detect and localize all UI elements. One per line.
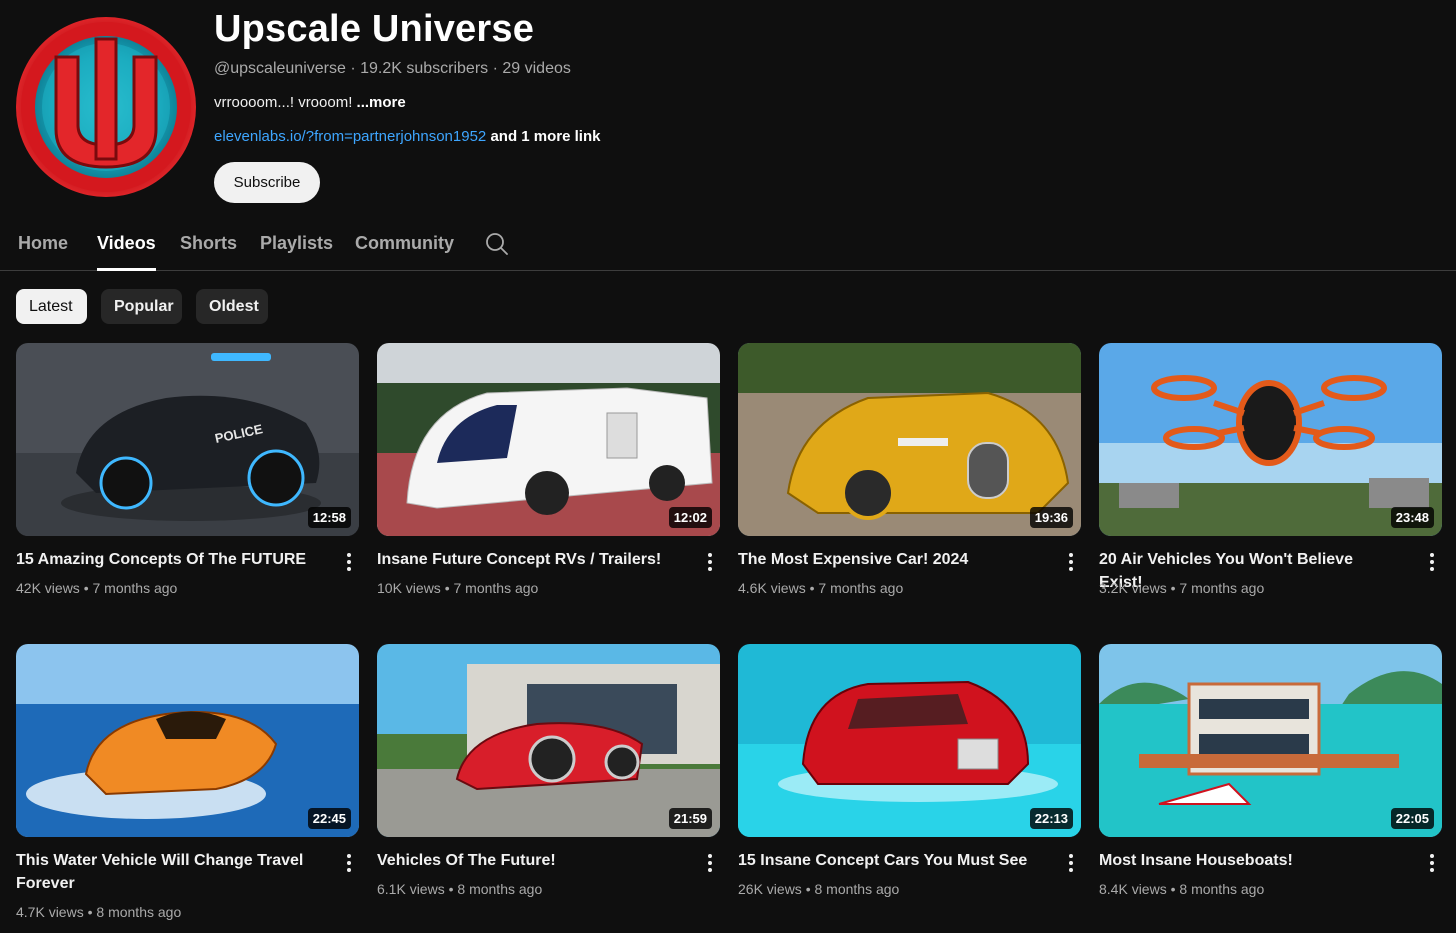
view-count: 26K views: [738, 881, 802, 897]
video-title[interactable]: 15 Insane Concept Cars You Must See: [738, 849, 1038, 872]
channel-links: elevenlabs.io/?from=partnerjohnson1952 a…: [214, 128, 600, 145]
video-title[interactable]: Vehicles Of The Future!: [377, 849, 677, 872]
more-options-icon[interactable]: [698, 851, 722, 875]
more-options-icon[interactable]: [1059, 851, 1083, 875]
view-count: 8.4K views: [1099, 881, 1167, 897]
channel-meta: @upscaleuniverse · 19.2K subscribers · 2…: [214, 60, 571, 78]
thumbnail-image: [1099, 343, 1442, 536]
thumbnail-image: [377, 343, 720, 536]
more-links-button[interactable]: and 1 more link: [486, 128, 600, 145]
subscribe-button[interactable]: Subscribe: [214, 162, 320, 203]
video-title[interactable]: The Most Expensive Car! 2024: [738, 548, 1038, 571]
video-meta: 10K views • 7 months ago: [377, 580, 539, 596]
more-options-icon[interactable]: [337, 851, 361, 875]
thumbnail-image: [738, 644, 1081, 837]
search-icon[interactable]: [484, 231, 510, 257]
channel-tabs: Home Videos Shorts Playlists Community: [0, 215, 1456, 271]
view-count: 6.1K views: [377, 881, 445, 897]
channel-avatar[interactable]: [16, 17, 196, 197]
channel-title: Upscale Universe: [214, 8, 535, 50]
video-title[interactable]: This Water Vehicle Will Change Travel Fo…: [16, 849, 316, 895]
chip-oldest[interactable]: Oldest: [196, 289, 268, 324]
video-duration: 12:02: [668, 507, 712, 528]
video-thumbnail[interactable]: 21:59: [377, 644, 720, 837]
chip-popular[interactable]: Popular: [101, 289, 182, 324]
chip-latest[interactable]: Latest: [16, 289, 87, 324]
upload-age: 8 months ago: [96, 904, 182, 920]
upload-age: 7 months ago: [92, 580, 178, 596]
video-duration: 22:13: [1029, 808, 1073, 829]
more-options-icon[interactable]: [1059, 550, 1083, 574]
video-meta: 4.7K views • 8 months ago: [16, 904, 182, 920]
upload-age: 7 months ago: [1179, 580, 1265, 596]
video-thumbnail[interactable]: 12:02: [377, 343, 720, 536]
subscriber-count: 19.2K subscribers: [360, 60, 489, 77]
video-title[interactable]: 15 Amazing Concepts Of The FUTURE: [16, 548, 316, 571]
video-meta: 26K views • 8 months ago: [738, 881, 900, 897]
tab-shorts[interactable]: Shorts: [180, 215, 237, 271]
view-count: 4.6K views: [738, 580, 806, 596]
upload-age: 7 months ago: [818, 580, 904, 596]
channel-description[interactable]: vrroooom...! vrooom! ...more: [214, 94, 406, 111]
view-count: 4.7K views: [16, 904, 84, 920]
thumbnail-image: [377, 644, 720, 837]
video-count: 29 videos: [502, 60, 571, 77]
channel-handle[interactable]: @upscaleuniverse: [214, 60, 346, 77]
upload-age: 8 months ago: [814, 881, 900, 897]
thumbnail-image: [738, 343, 1081, 536]
thumbnail-image: [1099, 644, 1442, 837]
video-duration: 19:36: [1029, 507, 1073, 528]
video-meta: 3.2K views • 7 months ago: [1099, 580, 1265, 596]
channel-header: Upscale Universe @upscaleuniverse · 19.2…: [0, 0, 1456, 215]
separator: ·: [488, 60, 503, 77]
video-thumbnail[interactable]: 22:05: [1099, 644, 1442, 837]
external-link[interactable]: elevenlabs.io/?from=partnerjohnson1952: [214, 128, 486, 145]
thumbnail-image: POLICE: [16, 343, 359, 536]
tab-community[interactable]: Community: [355, 215, 454, 271]
video-thumbnail[interactable]: POLICE 12:58: [16, 343, 359, 536]
more-options-icon[interactable]: [1420, 550, 1444, 574]
video-duration: 22:45: [307, 808, 351, 829]
video-duration: 23:48: [1390, 507, 1434, 528]
description-text: vrroooom...! vrooom!: [214, 94, 357, 111]
video-duration: 12:58: [307, 507, 351, 528]
more-options-icon[interactable]: [1420, 851, 1444, 875]
view-count: 42K views: [16, 580, 80, 596]
view-count: 3.2K views: [1099, 580, 1167, 596]
video-thumbnail[interactable]: 22:13: [738, 644, 1081, 837]
upload-age: 8 months ago: [1179, 881, 1265, 897]
upload-age: 8 months ago: [457, 881, 543, 897]
video-title[interactable]: Most Insane Houseboats!: [1099, 849, 1399, 872]
thumbnail-image: [16, 644, 359, 837]
more-link[interactable]: ...more: [357, 94, 406, 111]
video-meta: 4.6K views • 7 months ago: [738, 580, 904, 596]
view-count: 10K views: [377, 580, 441, 596]
channel-logo-icon: [21, 22, 191, 192]
separator: ·: [345, 60, 361, 77]
more-options-icon[interactable]: [337, 550, 361, 574]
video-title[interactable]: Insane Future Concept RVs / Trailers!: [377, 548, 677, 571]
video-thumbnail[interactable]: 22:45: [16, 644, 359, 837]
video-meta: 6.1K views • 8 months ago: [377, 881, 543, 897]
video-duration: 22:05: [1390, 808, 1434, 829]
tab-home[interactable]: Home: [18, 215, 68, 271]
tab-videos[interactable]: Videos: [97, 215, 156, 271]
video-meta: 42K views • 7 months ago: [16, 580, 178, 596]
video-thumbnail[interactable]: 19:36: [738, 343, 1081, 536]
video-meta: 8.4K views • 8 months ago: [1099, 881, 1265, 897]
video-thumbnail[interactable]: 23:48: [1099, 343, 1442, 536]
more-options-icon[interactable]: [698, 550, 722, 574]
video-duration: 21:59: [668, 808, 712, 829]
upload-age: 7 months ago: [453, 580, 539, 596]
tab-playlists[interactable]: Playlists: [260, 215, 333, 271]
